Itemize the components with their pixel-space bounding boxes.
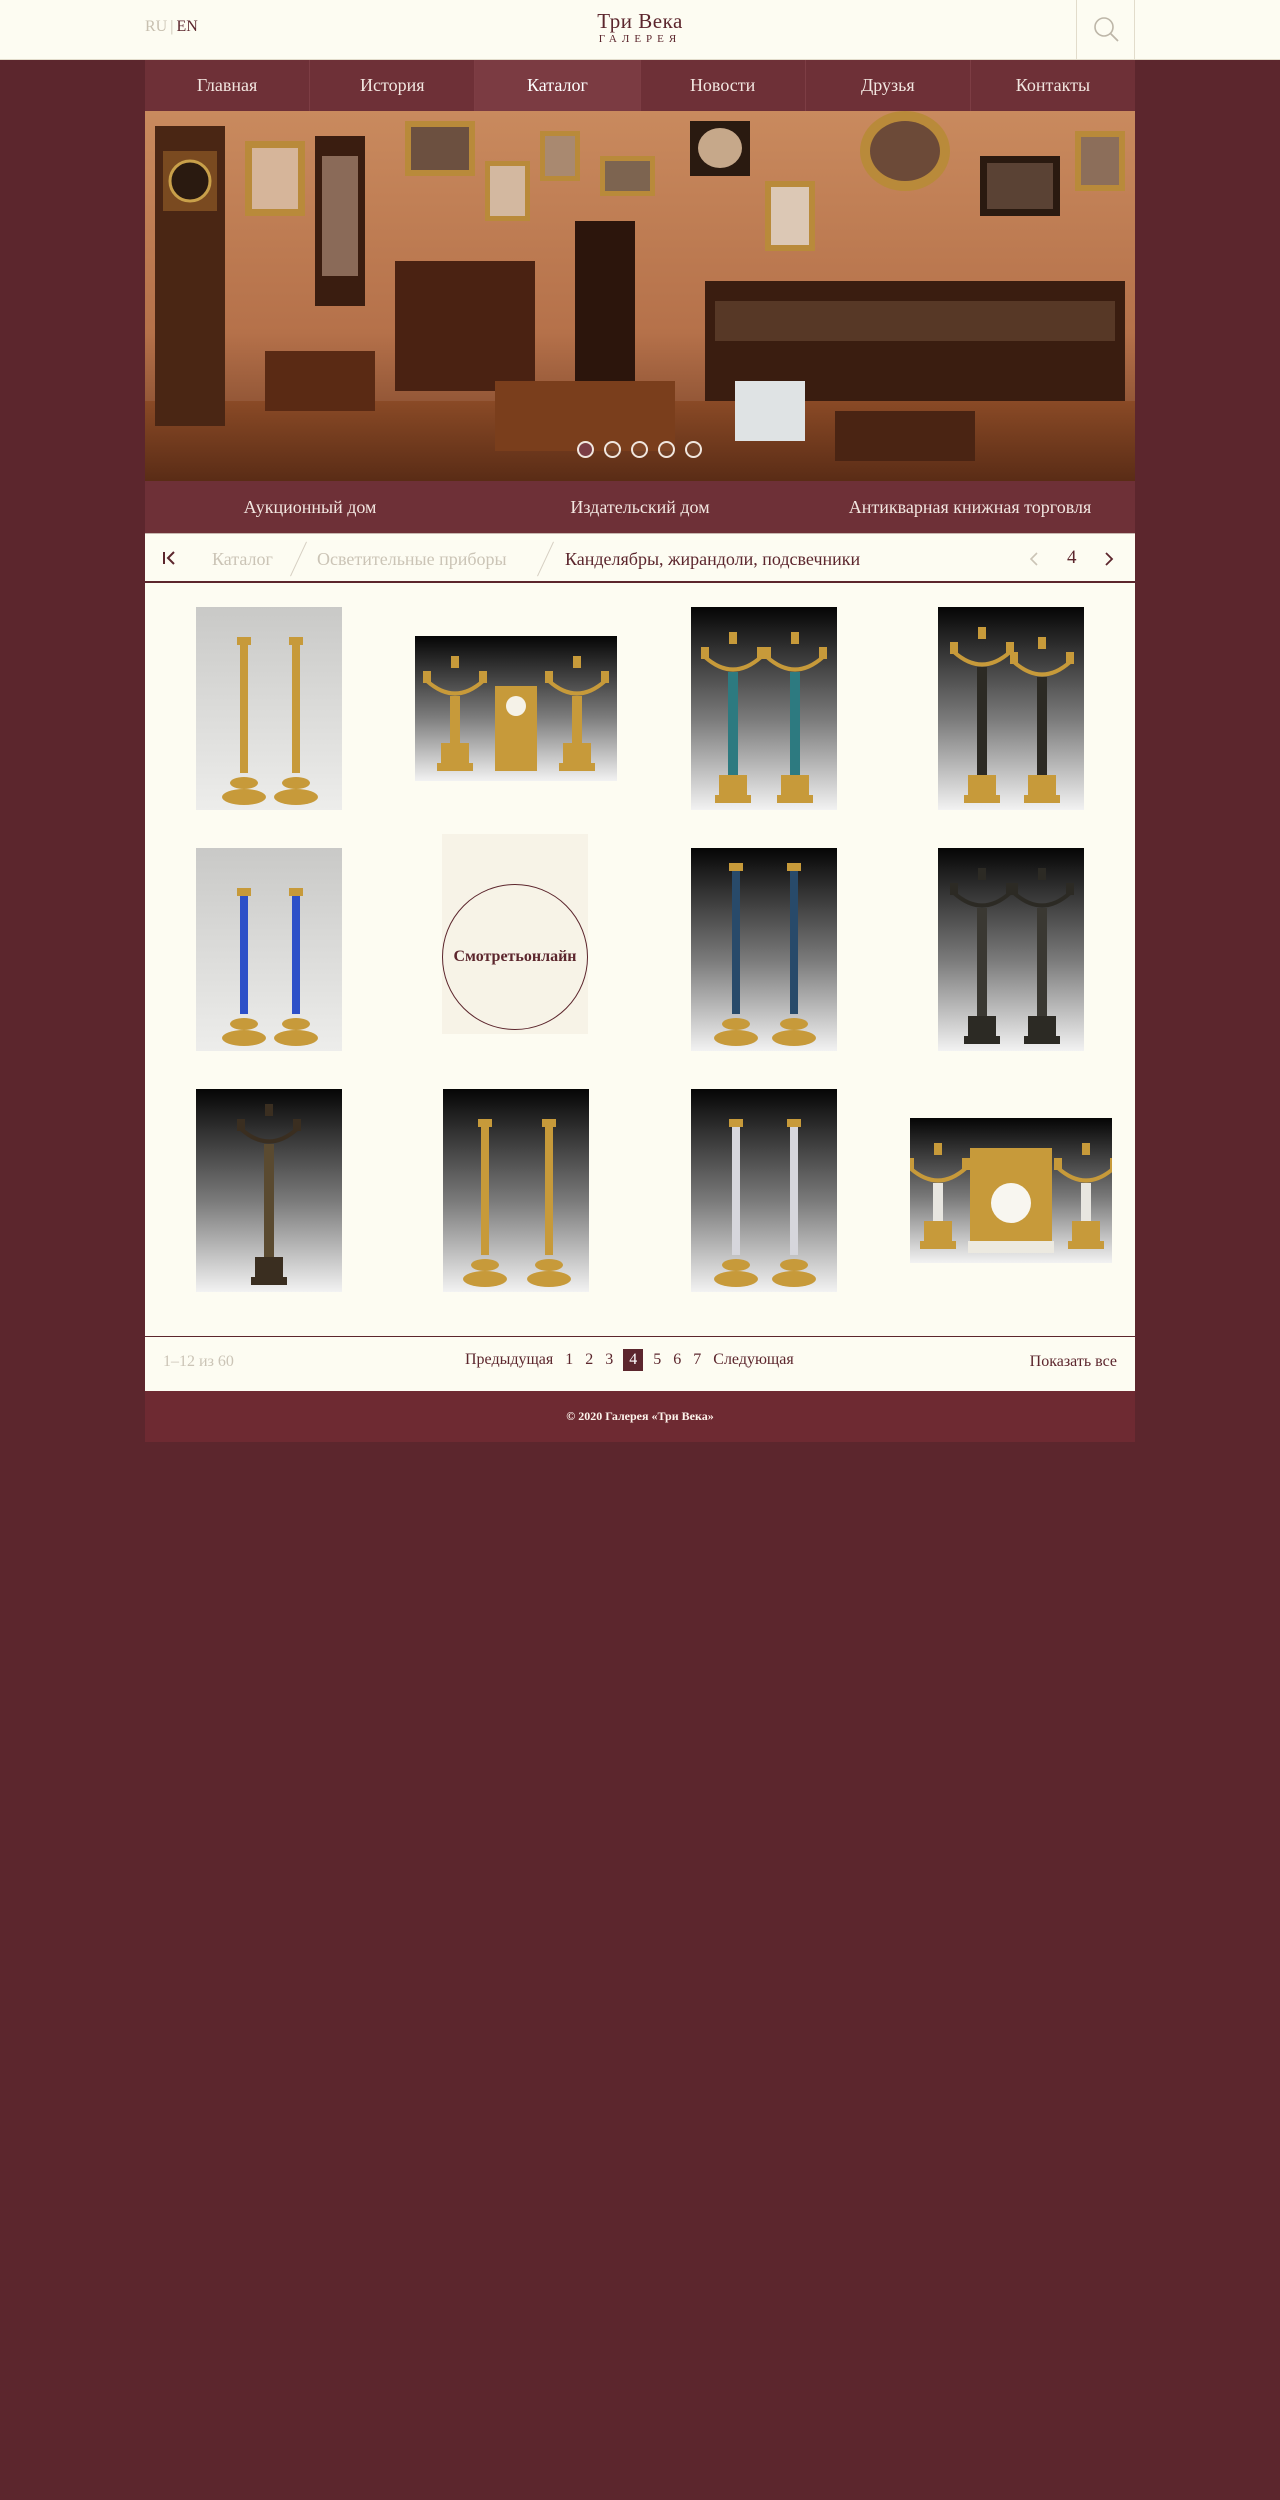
current-page-number: 4 [1067, 547, 1077, 568]
breadcrumb-separator [290, 541, 307, 577]
page-links: Предыдущая 1 2 3 4 5 6 7 Следующая [459, 1349, 800, 1371]
slider-dots [577, 441, 702, 458]
product-image [195, 847, 342, 1051]
page-link[interactable]: 7 [693, 1351, 701, 1369]
page-link[interactable]: 3 [605, 1351, 613, 1369]
logo-title: Три Века [597, 9, 683, 33]
nav-label: Друзья [860, 75, 915, 95]
product-card[interactable] [392, 1075, 639, 1305]
language-switcher: RU | EN [145, 18, 198, 36]
nav-item-home[interactable]: Главная [145, 60, 311, 111]
logo-subtitle: ГАЛЕРЕЯ [598, 33, 682, 45]
nav-item-catalog[interactable]: Каталог [475, 60, 641, 111]
product-image [195, 1088, 342, 1292]
slider-dot[interactable] [577, 441, 594, 458]
gallery-interior-image [145, 111, 1135, 481]
product-card[interactable] [145, 593, 392, 823]
results-count: 1–12 из 60 [163, 1353, 234, 1370]
search-icon [1094, 17, 1119, 42]
product-image [909, 1117, 1112, 1263]
lang-en-link[interactable]: EN [176, 18, 197, 35]
page-link[interactable]: 1 [565, 1351, 573, 1369]
product-image [195, 606, 342, 810]
footer: © 2020 Галерея «Три Века» [145, 1391, 1135, 1442]
page-link[interactable]: 5 [653, 1351, 661, 1369]
product-card[interactable] [887, 593, 1134, 823]
product-card[interactable] [145, 1075, 392, 1305]
pagination: 1–12 из 60 Предыдущая 1 2 3 4 5 6 7 След… [145, 1336, 1135, 1391]
hero-banner [145, 111, 1135, 481]
nav-label: Новости [689, 75, 756, 95]
product-card[interactable] [887, 834, 1134, 1064]
product-card[interactable] [392, 593, 639, 823]
nav-label: Главная [196, 75, 258, 95]
show-all-link[interactable]: Показать все [1030, 1353, 1117, 1371]
page-link[interactable]: 6 [673, 1351, 681, 1369]
product-image [414, 635, 617, 781]
product-card[interactable] [887, 1075, 1134, 1305]
nav-item-contacts[interactable]: Контакты [971, 60, 1135, 111]
top-bar: RU | EN Три Века ГАЛЕРЕЯ [0, 0, 1280, 60]
nav-label: История [359, 75, 425, 95]
catalog-content: Каталог Осветительные приборы Канделябры… [145, 533, 1135, 1391]
subnav-label: Аукционный дом [243, 496, 377, 517]
product-image [690, 606, 837, 810]
copyright-text: © 2020 Галерея «Три Века» [566, 1409, 714, 1423]
breadcrumb-current: Канделябры, жирандоли, подсвечники [565, 549, 861, 569]
nav-label: Контакты [1015, 75, 1091, 95]
first-page-icon[interactable] [159, 547, 181, 569]
sub-nav: Аукционный дом Издательский дом Антиквар… [145, 481, 1135, 533]
product-image [442, 1088, 589, 1292]
search-button[interactable] [1076, 0, 1135, 60]
subnav-label: Издательский дом [570, 496, 710, 517]
product-card[interactable] [640, 834, 887, 1064]
breadcrumb-catalog[interactable]: Каталог [212, 549, 273, 570]
main-nav: Главная История Каталог Новости Друзья К… [145, 60, 1135, 111]
chevron-right-icon[interactable] [1102, 550, 1116, 568]
subnav-item-auction[interactable]: Аукционный дом [145, 481, 475, 533]
breadcrumb-separator [537, 541, 554, 577]
product-card[interactable]: Смотреть онлайн [392, 834, 639, 1064]
nav-label: Каталог [526, 75, 588, 95]
breadcrumb: Каталог Осветительные приборы Канделябры… [145, 533, 1135, 583]
slider-dot[interactable] [604, 441, 621, 458]
nav-item-history[interactable]: История [310, 60, 476, 111]
prev-page-link[interactable]: Предыдущая [465, 1351, 553, 1369]
subnav-item-publishing[interactable]: Издательский дом [475, 481, 805, 533]
chevron-left-icon[interactable] [1027, 550, 1041, 568]
view-online-button[interactable]: Смотреть онлайн [442, 884, 588, 1030]
slider-dot[interactable] [658, 441, 675, 458]
lang-separator: | [170, 18, 174, 35]
product-image [937, 606, 1084, 810]
lang-ru-link[interactable]: RU [145, 18, 167, 35]
slider-dot[interactable] [631, 441, 648, 458]
slider-dot[interactable] [685, 441, 702, 458]
view-online-label: Смотреть [453, 948, 524, 965]
product-image [690, 847, 837, 1051]
product-image [937, 847, 1084, 1051]
product-card[interactable] [640, 1075, 887, 1305]
product-card[interactable] [640, 593, 887, 823]
view-online-label: онлайн [523, 948, 577, 965]
nav-item-news[interactable]: Новости [641, 60, 806, 111]
site-logo[interactable]: Три Века ГАЛЕРЕЯ [590, 10, 690, 46]
next-page-link[interactable]: Следующая [713, 1351, 793, 1369]
breadcrumb-lighting[interactable]: Осветительные приборы [317, 549, 507, 570]
nav-item-friends[interactable]: Друзья [806, 60, 971, 111]
subnav-item-bookstore[interactable]: Антикварная книжная торговля [805, 481, 1135, 533]
subnav-label: Антикварная книжная торговля [848, 496, 1092, 517]
product-image [690, 1088, 837, 1292]
page-link[interactable]: 2 [585, 1351, 593, 1369]
page-link-active: 4 [623, 1349, 644, 1371]
product-card[interactable] [145, 834, 392, 1064]
